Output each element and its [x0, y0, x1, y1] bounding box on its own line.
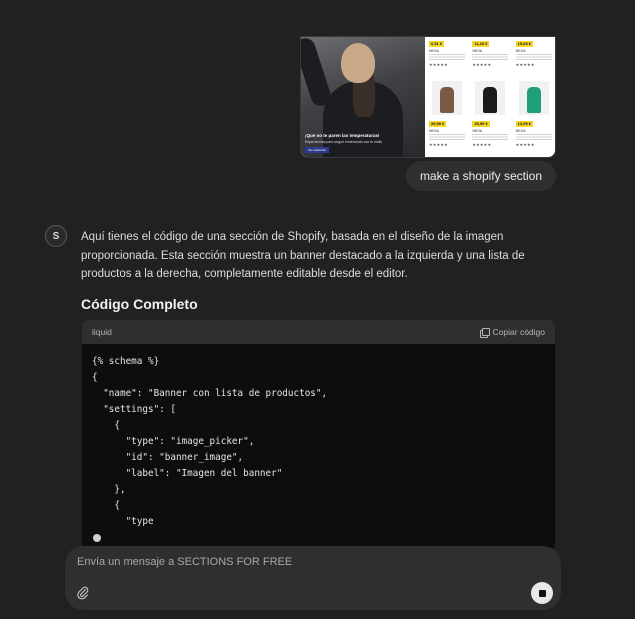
- product-price: 11,29 €: [472, 41, 490, 47]
- product-rating: ★★★★★: [472, 62, 492, 67]
- product-description: [515, 134, 552, 140]
- product-price: 15,69 €: [515, 41, 534, 47]
- paperclip-icon[interactable]: [77, 586, 89, 600]
- product-rating: ★★★★★: [472, 142, 492, 147]
- product-price: 20,99 €: [429, 121, 447, 127]
- streaming-cursor-icon: [93, 534, 101, 542]
- product-name: NEGA: [472, 129, 483, 133]
- attached-image[interactable]: ¡Que no te paren las temperaturas! Ropa …: [300, 36, 556, 158]
- product-card: 20,99 € NEGA ★★★★★: [427, 119, 468, 157]
- banner-button: Ver selección: [305, 147, 329, 153]
- banner-headline: ¡Que no te paren las temperaturas!: [305, 133, 380, 138]
- copy-code-label: Copiar código: [492, 327, 545, 337]
- message-input[interactable]: Envía un mensaje a SECTIONS FOR FREE: [77, 556, 292, 568]
- product-name: NEGA: [429, 129, 439, 133]
- product-rating: ★★★★★: [429, 62, 448, 67]
- product-rating: ★★★★★: [515, 142, 535, 147]
- product-name: NEGA: [515, 49, 526, 53]
- copy-code-button[interactable]: Copiar código: [479, 327, 545, 338]
- code-language-label: liquid: [92, 327, 112, 337]
- attachment-banner: ¡Que no te paren las temperaturas! Ropa …: [301, 37, 425, 157]
- code-section-heading: Código Completo: [81, 296, 198, 312]
- attachment-product-grid: 6,51 € NEGA ★★★★★ 11,29 € NEGA ★★★★★ 15,…: [427, 39, 555, 157]
- banner-figure-head: [341, 43, 375, 83]
- product-rating: ★★★★★: [515, 62, 535, 67]
- user-message-bubble: make a shopify section: [405, 161, 556, 191]
- banner-subtext: Ropa técnica para seguir entrenando con …: [305, 140, 383, 144]
- product-card: 6,51 € NEGA ★★★★★: [427, 39, 468, 77]
- product-rating: ★★★★★: [429, 142, 448, 147]
- product-description: [429, 54, 465, 60]
- product-card: 11,29 € NEGA ★★★★★: [470, 39, 511, 77]
- product-description: [472, 134, 509, 140]
- product-description: [472, 54, 509, 60]
- product-price: 6,51 €: [429, 41, 445, 47]
- stop-generating-button[interactable]: [531, 582, 553, 604]
- copy-icon: [479, 327, 490, 338]
- product-image: [427, 79, 468, 117]
- product-description: [515, 54, 552, 60]
- paperclip-icon-svg: [77, 586, 89, 600]
- product-card: 13,99 € NEGA ★★★★★: [514, 119, 555, 157]
- stop-icon: [538, 589, 546, 597]
- product-price: 25,99 €: [472, 121, 490, 127]
- code-content: {% schema %} { "name": "Banner con lista…: [92, 356, 328, 527]
- message-composer[interactable]: Envía un mensaje a SECTIONS FOR FREE: [65, 546, 561, 610]
- product-name: NEGA: [472, 49, 483, 53]
- product-image: [514, 79, 555, 117]
- code-block-header: liquid Copiar código: [82, 320, 555, 344]
- assistant-avatar-icon: S: [45, 225, 67, 247]
- product-name: NEGA: [429, 49, 439, 53]
- product-price: 13,99 €: [515, 121, 534, 127]
- product-name: NEGA: [515, 129, 526, 133]
- product-card: 25,99 € NEGA ★★★★★: [470, 119, 511, 157]
- product-image: [470, 79, 511, 117]
- assistant-message-text: Aquí tienes el código de una sección de …: [81, 231, 525, 280]
- product-card: 15,69 € NEGA ★★★★★: [514, 39, 555, 77]
- product-description: [429, 134, 465, 140]
- code-block: liquid Copiar código {% schema %} { "nam…: [82, 320, 555, 548]
